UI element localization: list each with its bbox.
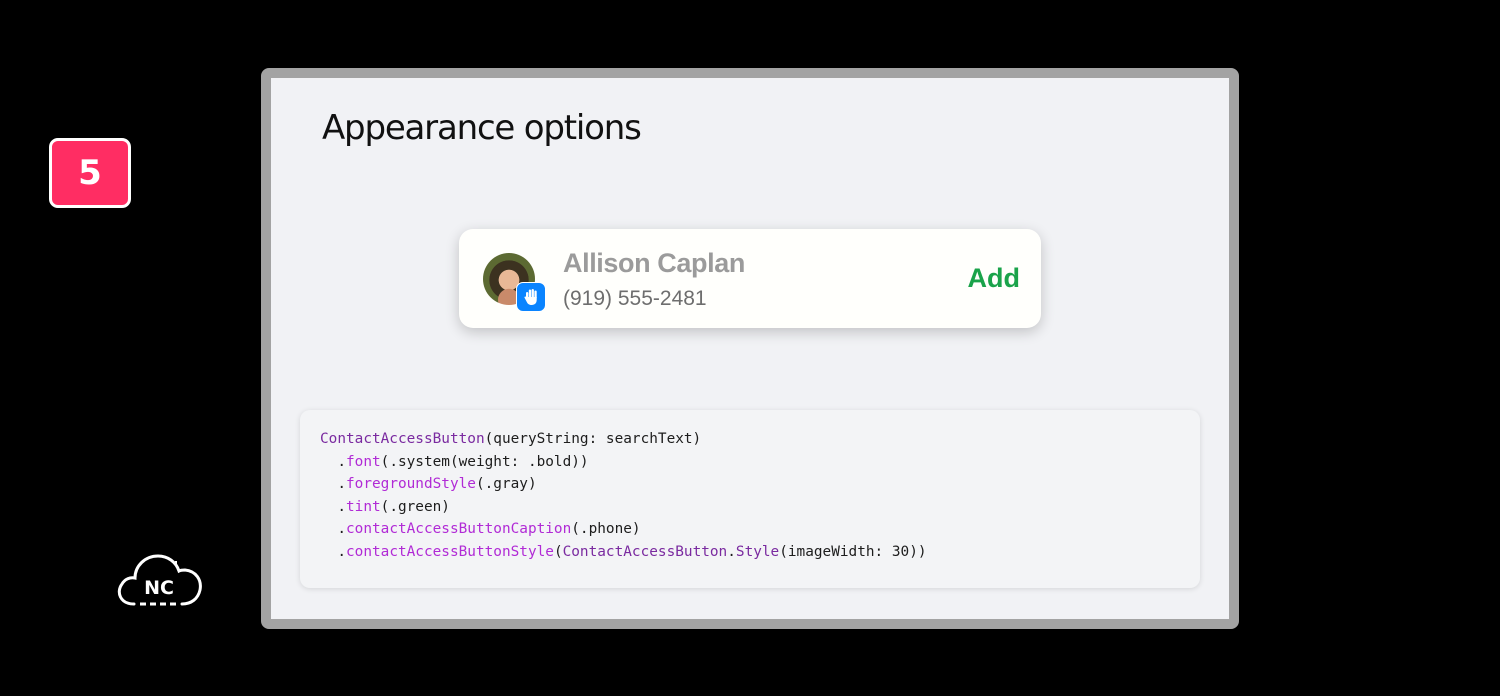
code-token: . (320, 543, 346, 560)
logo-text: NC (144, 577, 174, 599)
code-line: .tint(.green) (320, 496, 1180, 519)
step-number-badge: 5 (49, 138, 131, 208)
code-token: (.gray) (475, 476, 537, 492)
code-token: foregroundStyle (346, 476, 476, 492)
code-token: . (727, 543, 736, 560)
code-line: .foregroundStyle(.gray) (320, 473, 1180, 496)
code-line: .font(.system(weight: .bold)) (320, 451, 1180, 474)
code-line: ContactAccessButton(queryString: searchT… (320, 428, 1180, 451)
code-token: (queryString: searchText) (484, 431, 702, 447)
code-token: tint (346, 498, 381, 515)
code-token: ContactAccessButton (562, 543, 728, 560)
contact-name: Allison Caplan (563, 248, 745, 278)
code-snippet: ContactAccessButton(queryString: searchT… (300, 410, 1200, 588)
code-token: contactAccessButtonCaption (346, 521, 572, 537)
code-token: (.system(weight: .bold)) (380, 453, 589, 470)
contact-access-button[interactable]: Allison Caplan (919) 555-2481 Add (459, 229, 1041, 328)
add-button[interactable]: Add (968, 263, 1020, 294)
code-token: Style (735, 543, 780, 560)
code-token: (.phone) (571, 521, 641, 537)
code-token: ContactAccessButton (320, 431, 485, 447)
code-token: . (320, 476, 346, 492)
code-token: . (320, 498, 346, 515)
code-token: (imageWidth: 30)) (779, 543, 927, 560)
code-token: . (320, 521, 346, 537)
code-line: .contactAccessButtonStyle(ContactAccessB… (320, 541, 1180, 564)
cloud-icon: NC (117, 554, 202, 606)
code-token: ( (553, 543, 563, 560)
code-token: contactAccessButtonStyle (346, 543, 554, 560)
slide-frame: Appearance options Allison Caplan (919) … (261, 68, 1239, 629)
code-token: font (346, 453, 381, 470)
hand-raised-icon (516, 282, 546, 312)
code-line: .contactAccessButtonCaption(.phone) (320, 518, 1180, 541)
page-title: Appearance options (322, 108, 642, 148)
code-token: . (320, 453, 346, 470)
contact-phone: (919) 555-2481 (563, 287, 707, 310)
nc-cloud-logo: NC (114, 552, 204, 608)
code-token: (.green) (380, 498, 450, 515)
